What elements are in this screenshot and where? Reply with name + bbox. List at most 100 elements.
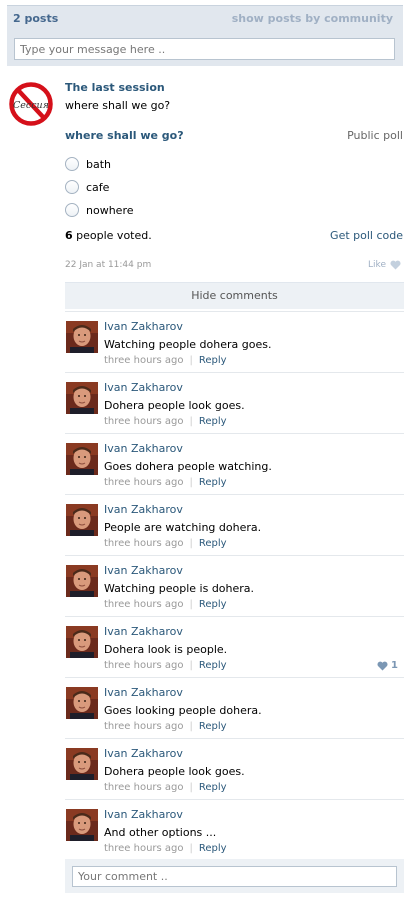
- reply-link[interactable]: Reply: [199, 538, 227, 549]
- posts-count[interactable]: 2 posts: [13, 12, 58, 25]
- reply-link[interactable]: Reply: [199, 355, 227, 366]
- avatar[interactable]: [66, 687, 98, 719]
- comment-box: [65, 859, 404, 893]
- comment-text: And other options ...: [104, 826, 217, 839]
- comment-like-count: 1: [391, 660, 398, 671]
- separator: |: [189, 782, 193, 793]
- post-date[interactable]: 22 Jan at 11:44 pm: [65, 260, 151, 270]
- comment-text: Goes looking people dohera.: [104, 704, 262, 717]
- poll-type: Public poll: [347, 129, 403, 142]
- avatar[interactable]: [66, 809, 98, 841]
- prohibition-sign-icon: Сессия: [9, 82, 53, 126]
- comment-author[interactable]: Ivan Zakharov: [104, 686, 183, 699]
- comment-row: Ivan Zakharov Watching people dohera goes…: [65, 311, 404, 372]
- post-like-button[interactable]: Like: [368, 260, 401, 270]
- poll-option-cafe[interactable]: cafe: [65, 180, 109, 194]
- radio-button-icon[interactable]: [65, 203, 79, 217]
- separator: |: [189, 355, 193, 366]
- avatar[interactable]: [66, 382, 98, 414]
- get-poll-code-link[interactable]: Get poll code: [330, 229, 403, 242]
- comment-row: Ivan Zakharov Dohera people look goes. thr…: [65, 738, 404, 799]
- separator: |: [189, 599, 193, 610]
- comment-time[interactable]: three hours ago: [104, 782, 184, 793]
- radio-button-icon[interactable]: [65, 180, 79, 194]
- comment-time[interactable]: three hours ago: [104, 416, 184, 427]
- reply-link[interactable]: Reply: [199, 599, 227, 610]
- poll-option-label: nowhere: [86, 203, 134, 217]
- comment-meta: three hours ago | Reply: [104, 843, 227, 854]
- comment-time[interactable]: three hours ago: [104, 599, 184, 610]
- comment-author[interactable]: Ivan Zakharov: [104, 625, 183, 638]
- like-label: Like: [368, 260, 386, 270]
- comment-row: Ivan Zakharov Dohera people look goes. thr…: [65, 372, 404, 433]
- voted-suffix: people voted.: [72, 229, 152, 242]
- show-by-community-link[interactable]: show posts by community: [232, 12, 393, 25]
- heart-icon: [390, 260, 401, 270]
- comment-time[interactable]: three hours ago: [104, 843, 184, 854]
- comment-meta: three hours ago | Reply: [104, 416, 227, 427]
- hide-comments-button[interactable]: Hide comments: [65, 282, 404, 309]
- comment-author[interactable]: Ivan Zakharov: [104, 564, 183, 577]
- comment-time[interactable]: three hours ago: [104, 477, 184, 488]
- comment-author[interactable]: Ivan Zakharov: [104, 381, 183, 394]
- comment-author[interactable]: Ivan Zakharov: [104, 503, 183, 516]
- avatar-lettering: Сессия: [13, 100, 49, 111]
- comment-meta: three hours ago | Reply: [104, 355, 227, 366]
- avatar[interactable]: [66, 748, 98, 780]
- reply-link[interactable]: Reply: [199, 416, 227, 427]
- comment-row: Ivan Zakharov Watching people is dohera. t…: [65, 555, 404, 616]
- comment-text: Dohera look is people.: [104, 643, 228, 656]
- comment-time[interactable]: three hours ago: [104, 660, 184, 671]
- comment-author[interactable]: Ivan Zakharov: [104, 747, 183, 760]
- separator: |: [189, 416, 193, 427]
- post-title[interactable]: The last session: [65, 81, 165, 94]
- post-text: where shall we go?: [65, 99, 171, 112]
- avatar[interactable]: [66, 504, 98, 536]
- avatar[interactable]: [66, 321, 98, 353]
- comment-meta: three hours ago | Reply: [104, 782, 227, 793]
- comment-input[interactable]: [72, 866, 397, 887]
- comment-text: Dohera people look goes.: [104, 399, 245, 412]
- comment-row: Ivan Zakharov And other options ... three …: [65, 799, 404, 860]
- comment-meta: three hours ago | Reply: [104, 599, 227, 610]
- separator: |: [189, 538, 193, 549]
- reply-link[interactable]: Reply: [199, 721, 227, 732]
- comment-row: Ivan Zakharov Goes dohera people watching…: [65, 433, 404, 494]
- separator: |: [189, 660, 193, 671]
- avatar[interactable]: [66, 443, 98, 475]
- comment-author[interactable]: Ivan Zakharov: [104, 320, 183, 333]
- separator: |: [189, 477, 193, 488]
- reply-link[interactable]: Reply: [199, 477, 227, 488]
- comment-meta: three hours ago | Reply: [104, 721, 227, 732]
- poll-question: where shall we go?: [65, 129, 184, 142]
- comment-meta: three hours ago | Reply: [104, 477, 227, 488]
- avatar[interactable]: [66, 626, 98, 658]
- poll-option-bath[interactable]: bath: [65, 157, 111, 171]
- reply-link[interactable]: Reply: [199, 843, 227, 854]
- comment-row: Ivan Zakharov People are watching dohera.…: [65, 494, 404, 555]
- comment-like-button[interactable]: 1: [377, 660, 398, 671]
- comment-text: Watching people is dohera.: [104, 582, 255, 595]
- poll-voted-count: 6 people voted.: [65, 229, 152, 242]
- comment-time[interactable]: three hours ago: [104, 721, 184, 732]
- poll-option-label: bath: [86, 157, 112, 171]
- comment-text: Watching people dohera goes.: [104, 338, 272, 351]
- comment-time[interactable]: three hours ago: [104, 538, 184, 549]
- message-input[interactable]: [14, 38, 395, 60]
- comment-author[interactable]: Ivan Zakharov: [104, 808, 183, 821]
- comment-text: Goes dohera people watching.: [104, 460, 272, 473]
- reply-link[interactable]: Reply: [199, 660, 227, 671]
- comment-row: Ivan Zakharov Dohera look is people. three…: [65, 616, 404, 677]
- post-avatar[interactable]: Сессия: [8, 80, 54, 128]
- comment-meta: three hours ago | Reply: [104, 660, 227, 671]
- comment-time[interactable]: three hours ago: [104, 355, 184, 366]
- comment-meta: three hours ago | Reply: [104, 538, 227, 549]
- comment-text: People are watching dohera.: [104, 521, 262, 534]
- comment-author[interactable]: Ivan Zakharov: [104, 442, 183, 455]
- posts-header: 2 posts show posts by community: [7, 5, 403, 66]
- poll-option-nowhere[interactable]: nowhere: [65, 203, 134, 217]
- radio-button-icon[interactable]: [65, 157, 79, 171]
- comment-text: Dohera people look goes.: [104, 765, 245, 778]
- reply-link[interactable]: Reply: [199, 782, 227, 793]
- avatar[interactable]: [66, 565, 98, 597]
